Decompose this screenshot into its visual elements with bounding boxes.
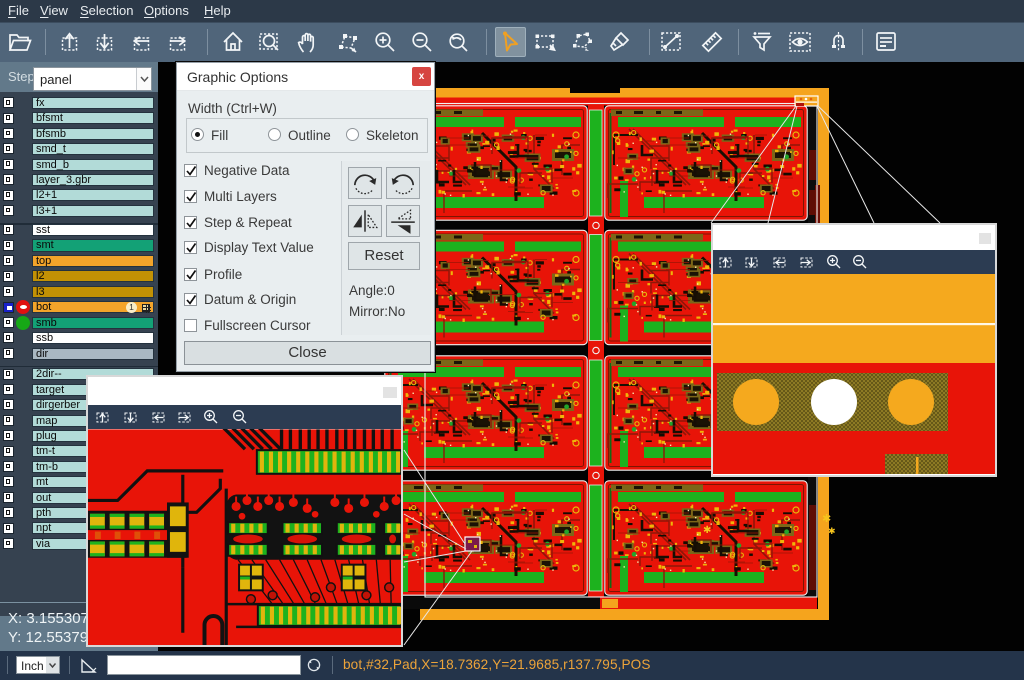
svg-text:✱: ✱ [822, 513, 831, 525]
svg-text:✱: ✱ [828, 526, 836, 536]
svg-text:✱: ✱ [703, 525, 711, 536]
